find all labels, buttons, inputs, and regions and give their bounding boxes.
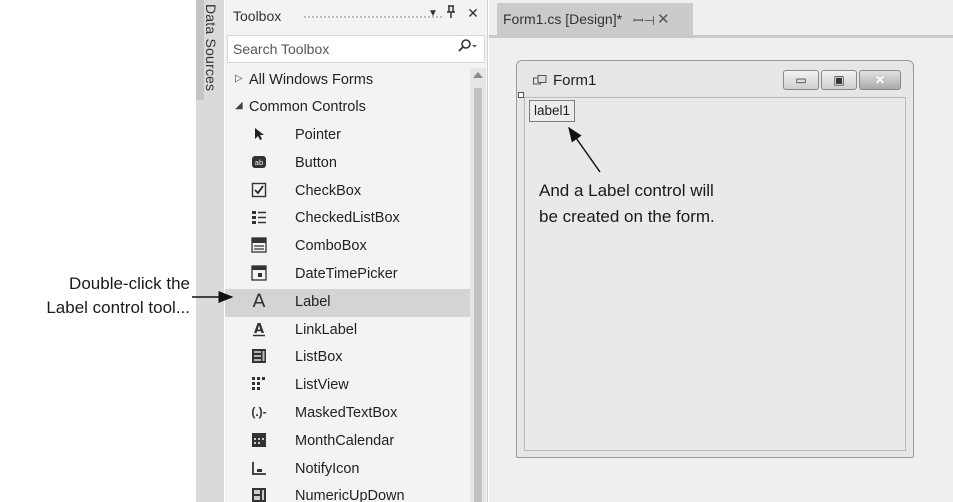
tool-notifyicon[interactable]: NotifyIcon <box>225 456 470 484</box>
toolbox-titlebar: Toolbox ▼ ✕ <box>225 0 488 32</box>
tab-underline <box>489 35 953 38</box>
tool-label: DateTimePicker <box>295 265 398 282</box>
tool-listview[interactable]: ListView <box>225 372 470 400</box>
combobox-icon <box>251 237 267 253</box>
tool-checkbox[interactable]: CheckBox <box>225 178 470 206</box>
checkedlistbox-icon <box>251 209 267 225</box>
expand-caret-icon[interactable]: ▷ <box>235 73 243 84</box>
titlebar-grip[interactable] <box>303 15 443 20</box>
toolbox-tree: ▷ All Windows Forms ◢ Common Controls Po… <box>225 68 470 502</box>
annotation-line-2: be created on the form. <box>539 207 715 226</box>
tool-pointer[interactable]: Pointer <box>225 122 470 150</box>
collapse-caret-icon[interactable]: ◢ <box>235 100 243 111</box>
tool-label: ListBox <box>295 349 343 366</box>
minimize-button[interactable]: ▭ <box>783 70 819 90</box>
tool-label: CheckBox <box>295 182 362 199</box>
search-icon[interactable] <box>458 39 478 56</box>
dropdown-arrow-icon[interactable]: ▼ <box>425 8 441 19</box>
toolbox-title: Toolbox <box>233 8 282 24</box>
close-button[interactable]: ✕ <box>859 70 901 90</box>
tool-checkedlistbox[interactable]: CheckedListBox <box>225 205 470 233</box>
annotation-line-1: And a Label control will <box>539 181 714 200</box>
form-titlebar: Form1 ▭ ▣ ✕ <box>517 61 913 97</box>
numericupdown-icon <box>251 487 267 502</box>
maskedtextbox-icon: (.)- <box>251 404 267 419</box>
pointer-icon <box>251 126 267 142</box>
checkbox-icon <box>251 182 267 198</box>
tool-label: NotifyIcon <box>295 460 360 477</box>
search-input[interactable] <box>233 40 438 58</box>
tool-label: LinkLabel <box>295 321 358 338</box>
form1-window[interactable]: Form1 ▭ ▣ ✕ label1 And a Label control w… <box>516 60 914 458</box>
form-icon <box>533 75 547 85</box>
pin-icon[interactable] <box>443 5 459 22</box>
annotation-line-1: Double-click the <box>69 274 190 293</box>
tab-close-icon[interactable]: ✕ <box>657 10 670 28</box>
tool-label: MaskedTextBox <box>295 404 398 421</box>
data-sources-tab[interactable]: Data Sources <box>203 4 219 91</box>
right-annotation: And a Label control will be created on t… <box>539 178 715 230</box>
listview-icon <box>251 376 267 392</box>
tool-monthcalendar[interactable]: MonthCalendar <box>225 428 470 456</box>
listbox-icon <box>251 348 267 364</box>
tool-linklabel[interactable]: A LinkLabel <box>225 317 470 345</box>
group-label: All Windows Forms <box>249 72 374 88</box>
tool-datetimepicker[interactable]: DateTimePicker <box>225 261 470 289</box>
linklabel-icon: A <box>251 321 267 337</box>
notifyicon-icon <box>251 460 267 476</box>
scroll-up-icon[interactable] <box>473 72 483 78</box>
monthcalendar-icon <box>251 432 267 448</box>
maximize-button[interactable]: ▣ <box>821 70 857 90</box>
datetimepicker-icon <box>251 265 267 281</box>
tool-numericupdown[interactable]: NumericUpDown <box>225 483 470 502</box>
label1-control[interactable]: label1 <box>529 100 576 122</box>
tool-combobox[interactable]: ComboBox <box>225 233 470 261</box>
resize-handle[interactable] <box>518 92 524 98</box>
tool-label: CheckedListBox <box>295 210 400 227</box>
tool-label: Label <box>295 293 331 310</box>
pin-icon[interactable]: ꟷ⊣ <box>633 11 655 29</box>
tool-label: Pointer <box>295 127 341 143</box>
group-common-controls[interactable]: ◢ Common Controls <box>225 95 470 122</box>
toolbox-scrollbar[interactable] <box>470 68 486 502</box>
designer-area: Form1.cs [Design]* ꟷ⊣ ✕ Form1 ▭ ▣ ✕ labe… <box>489 0 953 502</box>
tool-label: MonthCalendar <box>295 432 395 449</box>
label-icon: A <box>252 289 266 312</box>
search-toolbox-box[interactable] <box>227 35 485 63</box>
close-icon[interactable]: ✕ <box>465 5 481 22</box>
annotation-line-2: Label control tool... <box>46 298 190 317</box>
group-label: Common Controls <box>249 99 366 115</box>
tab-form1-design[interactable]: Form1.cs [Design]* ꟷ⊣ ✕ <box>497 3 693 35</box>
tool-listbox[interactable]: ListBox <box>225 344 470 372</box>
tool-label-control[interactable]: A Label <box>225 288 470 317</box>
scroll-thumb[interactable] <box>474 88 482 502</box>
toolbox-panel: Toolbox ▼ ✕ ▷ All Windows Forms ◢ Common… <box>225 0 488 502</box>
tool-label: NumericUpDown <box>295 488 405 502</box>
left-annotation: Double-click the Label control tool... <box>0 272 190 320</box>
form-client-area[interactable]: label1 And a Label control will be creat… <box>524 97 906 451</box>
button-icon: ab <box>251 154 267 170</box>
tool-label: ComboBox <box>295 238 367 255</box>
tool-label: ListView <box>295 377 349 394</box>
tool-maskedtextbox[interactable]: (.)- MaskedTextBox <box>225 400 470 428</box>
group-all-windows-forms[interactable]: ▷ All Windows Forms <box>225 68 470 95</box>
tab-label: Form1.cs [Design]* <box>503 11 623 27</box>
tool-button[interactable]: ab Button <box>225 150 470 178</box>
svg-text:ab: ab <box>255 159 264 167</box>
tool-label: Button <box>295 154 337 171</box>
form-title: Form1 <box>553 72 597 89</box>
